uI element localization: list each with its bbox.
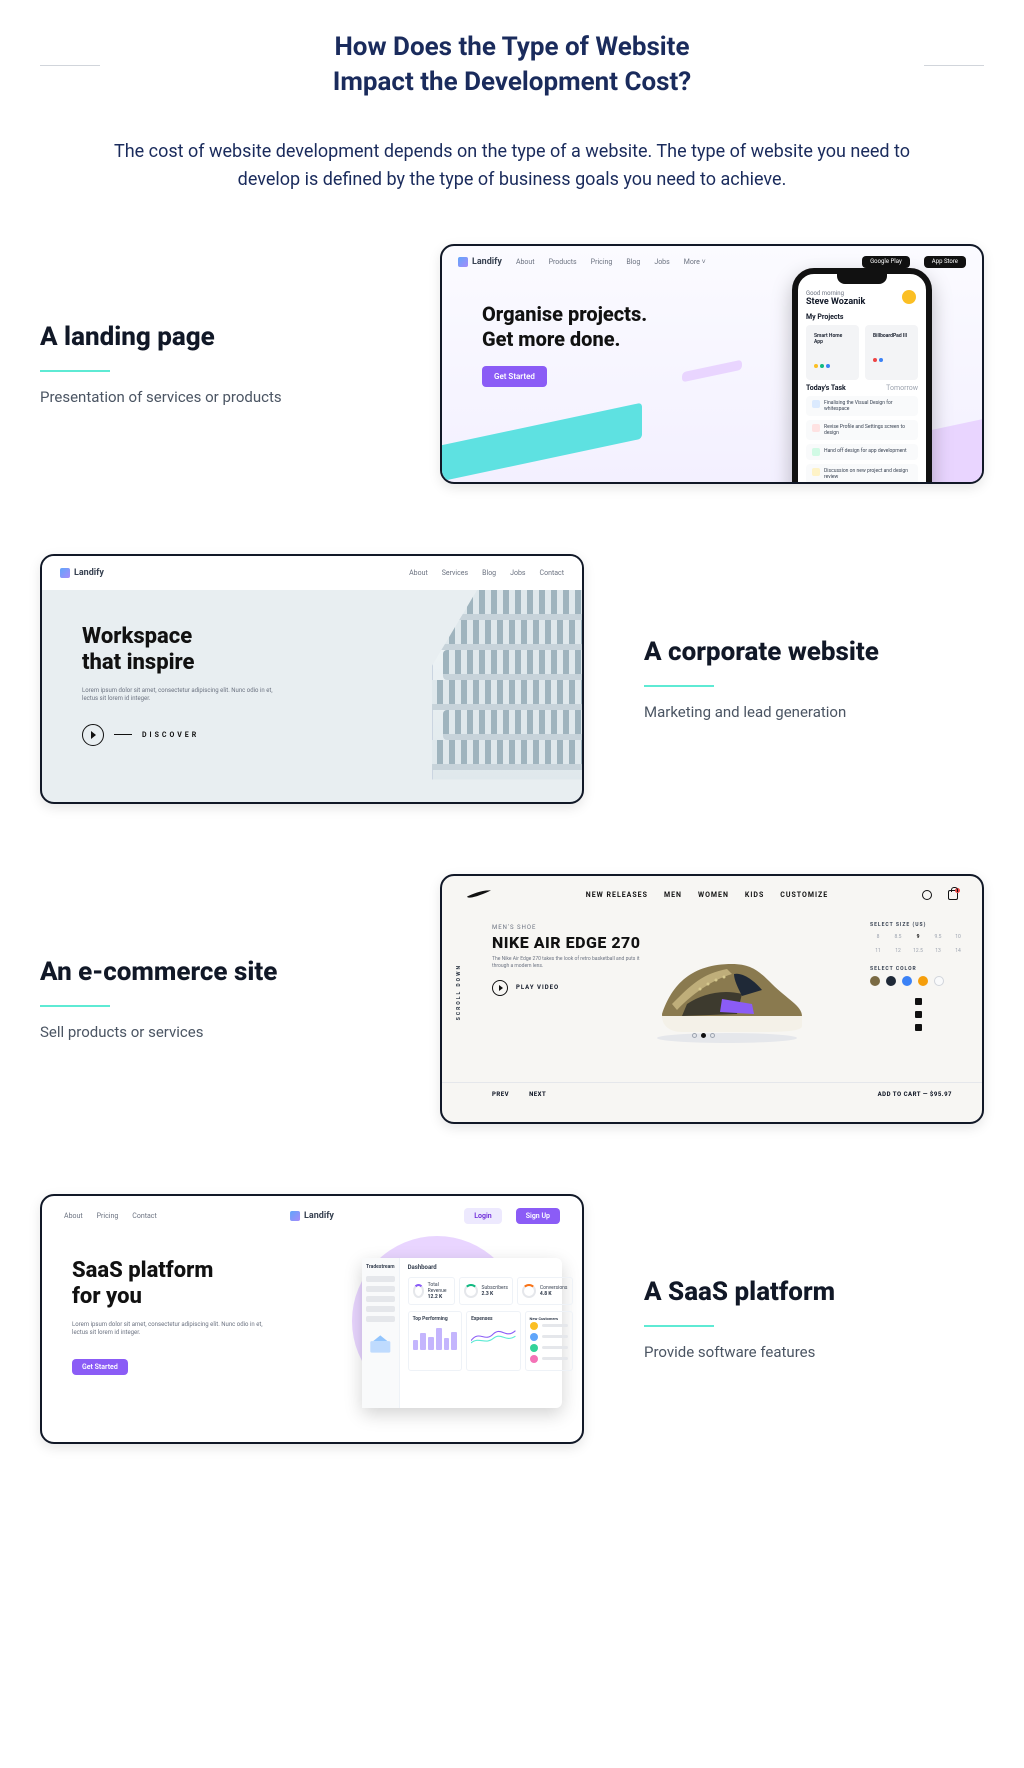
decor-stripe — [440, 403, 642, 484]
google-play-badge: Google Play — [862, 256, 910, 268]
app-store-badge: App Store — [924, 256, 966, 268]
add-to-cart-label: ADD TO CART — $95.97 — [878, 1091, 952, 1098]
task-item: Revise Profile and Settings screen to de… — [806, 420, 918, 440]
landing-text: A landing page Presentation of services … — [40, 322, 380, 406]
corporate-desc: Marketing and lead generation — [644, 703, 984, 721]
avatar — [902, 290, 916, 304]
page-title: How Does the Type of Website Impact the … — [130, 30, 894, 100]
logo-icon — [60, 568, 70, 578]
section-corporate: Landify About Services Blog Jobs Contact… — [40, 554, 984, 804]
social-icons — [870, 998, 966, 1031]
building-illustration — [432, 590, 582, 780]
saas-mockup: About Pricing Contact Landify Login Sign… — [40, 1194, 584, 1444]
shoe-illustration — [642, 944, 812, 1044]
stat-cards: Total Revenue12.2 K Subscribers2.3 K Con… — [408, 1277, 573, 1305]
instagram-icon — [915, 998, 922, 1005]
logo-icon — [458, 257, 468, 267]
landing-mockup: Landify About Products Pricing Blog Jobs… — [440, 244, 984, 484]
dashboard-sidebar: Tradestream — [362, 1258, 400, 1408]
phone-notch — [837, 274, 887, 284]
logo-icon — [290, 1211, 300, 1221]
play-icon — [82, 724, 104, 746]
nike-swoosh-icon — [466, 888, 492, 902]
underline — [40, 370, 110, 372]
ring-chart-icon — [522, 1284, 536, 1298]
mock-hero: Workspace that inspire Lorem ipsum dolor… — [42, 590, 582, 780]
saas-text: A SaaS platform Provide software feature… — [644, 1277, 984, 1361]
ecommerce-desc: Sell products or services — [40, 1023, 380, 1041]
brand: Landify — [458, 257, 502, 267]
color-swatches — [870, 976, 966, 986]
panel-top-performing: Top Performing — [408, 1311, 462, 1371]
twitter-icon — [915, 1011, 922, 1018]
facebook-icon — [915, 1024, 922, 1031]
project-chips: Smart Home App BillboardPad Ill — [806, 325, 918, 380]
play-icon — [492, 980, 508, 996]
page-header: How Does the Type of Website Impact the … — [40, 30, 984, 100]
size-grid: 8 8.5 9 9.5 10 11 12 12.5 13 14 — [870, 932, 966, 956]
ecommerce-mockup: NEW RELEASES MEN WOMEN KIDS CUSTOMIZE SC… — [440, 874, 984, 1124]
panel-new-customers: New Customers — [525, 1311, 573, 1371]
dashboard-main: Dashboard Total Revenue12.2 K Subscriber… — [400, 1258, 581, 1408]
landing-heading: A landing page — [40, 322, 380, 352]
divider-left — [40, 65, 100, 66]
mock-nav: NEW RELEASES MEN WOMEN KIDS CUSTOMIZE — [442, 876, 982, 914]
mock-hero: SaaS platform for you Lorem ipsum dolor … — [42, 1236, 582, 1395]
corporate-text: A corporate website Marketing and lead g… — [644, 637, 984, 721]
bag-icon — [948, 890, 958, 900]
saas-heading: A SaaS platform — [644, 1277, 984, 1307]
mock-product: SCROLL DOWN MEN'S SHOE NIKE AIR EDGE 270… — [442, 914, 982, 1082]
signup-button: Sign Up — [516, 1208, 560, 1224]
landing-desc: Presentation of services or products — [40, 388, 380, 406]
login-button: Login — [464, 1208, 501, 1224]
ecommerce-text: An e-commerce site Sell products or serv… — [40, 957, 380, 1041]
task-item: Discussion on new project and design rev… — [806, 464, 918, 484]
saas-desc: Provide software features — [644, 1343, 984, 1361]
ring-chart-icon — [413, 1284, 424, 1298]
title-line2: Impact the Development Cost? — [333, 67, 692, 97]
ring-chart-icon — [464, 1284, 478, 1298]
scroll-down-label: SCROLL DOWN — [456, 964, 462, 1020]
corporate-mockup: Landify About Services Blog Jobs Contact… — [40, 554, 584, 804]
task-item: Finalising the Visual Design for whitesp… — [806, 396, 918, 416]
mock-nav: About Pricing Contact Landify Login Sign… — [42, 1196, 582, 1236]
mock-footer: PREV NEXT ADD TO CART — $95.97 — [442, 1082, 982, 1106]
corporate-heading: A corporate website — [644, 637, 984, 667]
badge-dot — [955, 888, 960, 893]
section-landing-page: A landing page Presentation of services … — [40, 244, 984, 484]
ecommerce-heading: An e-commerce site — [40, 957, 380, 987]
phone-mockup: Good morning Steve Wozanik My Projects S… — [792, 268, 932, 484]
title-line1: How Does the Type of Website — [334, 32, 689, 62]
section-ecommerce: An e-commerce site Sell products or serv… — [40, 874, 984, 1124]
product-options: SELECT SIZE (US) 8 8.5 9 9.5 10 11 12 12… — [870, 922, 966, 1031]
dashboard-mockup: Tradestream Dashboard Total Revenue12.2 … — [362, 1258, 562, 1408]
brand: Landify — [60, 568, 104, 578]
page-intro: The cost of website development depends … — [102, 138, 922, 194]
panel-expenses: Expenses — [466, 1311, 520, 1371]
brand: Landify — [290, 1211, 334, 1221]
task-item: Hand off design for app development — [806, 444, 918, 460]
mock-nav: Landify About Services Blog Jobs Contact — [42, 556, 582, 590]
mock-cta-button: Get Started — [482, 366, 547, 387]
carousel-dots — [692, 1033, 715, 1038]
divider-right — [924, 65, 984, 66]
user-icon — [922, 890, 932, 900]
mock-cta-button: Get Started — [72, 1359, 128, 1375]
underline — [644, 685, 714, 687]
section-saas: About Pricing Contact Landify Login Sign… — [40, 1194, 984, 1444]
underline — [40, 1005, 110, 1007]
underline — [644, 1325, 714, 1327]
